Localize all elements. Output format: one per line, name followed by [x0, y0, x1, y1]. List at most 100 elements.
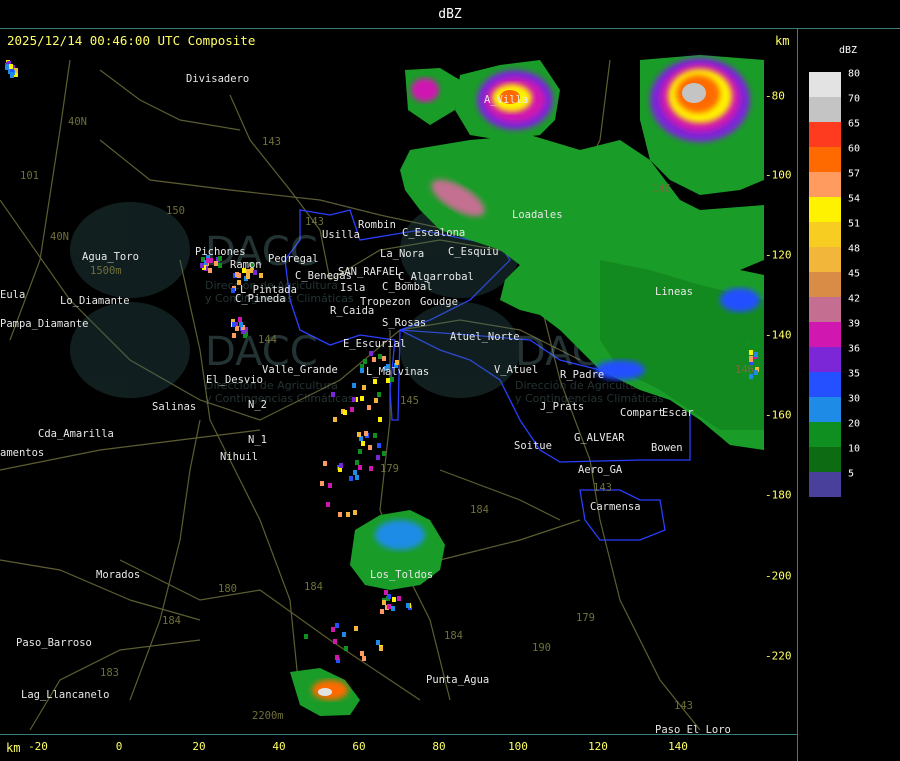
echo-pixel [379, 646, 383, 651]
watermark-logo-circle [70, 302, 190, 398]
x-tick: 120 [588, 740, 608, 753]
route-number-label: 183 [100, 667, 119, 679]
place-label: C_Bombal [382, 281, 433, 293]
route-number-label: 40N [50, 231, 69, 243]
route-number-label: 146 [652, 183, 671, 195]
route-number-label: 184 [470, 504, 489, 516]
echo-pixel [331, 392, 335, 397]
route-number-label: 184 [304, 581, 323, 593]
place-label: V_Atuel [494, 364, 538, 376]
y-tick: -100 [765, 168, 792, 182]
echo-pixel [380, 609, 384, 614]
legend-swatch [809, 372, 841, 397]
y-tick: -160 [765, 408, 792, 422]
echo-pixel [259, 273, 263, 278]
echo-pixel [369, 466, 373, 471]
echo-pixel [335, 655, 339, 660]
place-label: Goudge [420, 296, 458, 308]
place-label: Paso_Barroso [16, 637, 92, 649]
place-label: Rombin [358, 219, 396, 231]
echo-pixel [749, 350, 753, 355]
echo-pixel [374, 398, 378, 403]
echo-core-gray [682, 83, 706, 103]
place-label: Divisadero [186, 73, 249, 85]
legend-swatch [809, 122, 841, 147]
legend-value: 35 [848, 368, 861, 380]
echo-core-white [318, 688, 332, 696]
echo-pixel [372, 357, 376, 362]
legend-swatch [809, 222, 841, 247]
timestamp-label: 2025/12/14 00:46:00 UTC Composite [7, 33, 256, 48]
place-label: R_Padre [560, 369, 604, 381]
legend-value: 39 [848, 318, 861, 330]
legend-value: 45 [848, 268, 861, 280]
echo-pixel [214, 261, 218, 266]
place-label: Morados [96, 569, 140, 581]
echo-pixel [352, 397, 356, 402]
echo-pixel [364, 431, 368, 436]
place-label: Eula [0, 289, 25, 301]
watermark-line2: y Contingencias Climáticas [515, 392, 664, 405]
echo-pixel [238, 317, 242, 322]
place-label: Tropezon [360, 296, 411, 308]
echo-pixel [378, 417, 382, 422]
echo-pixel [376, 640, 380, 645]
route-number-label: 145 [400, 395, 419, 407]
echo-pixel [209, 258, 213, 263]
echo-pixel [377, 392, 381, 397]
x-tick: 80 [432, 740, 446, 753]
echo-pixel [391, 606, 395, 611]
place-label: Lineas [655, 286, 693, 298]
legend-value: 42 [848, 293, 861, 305]
echo-pixel [232, 333, 236, 338]
place-label: Ramon [230, 259, 262, 271]
place-label: Bowen [651, 442, 683, 454]
echo-pixel [333, 639, 337, 644]
frame-bottom-divider [0, 734, 797, 735]
echo-core-blue [375, 520, 425, 550]
echo-pixel [373, 379, 377, 384]
y-tick: -80 [765, 89, 785, 103]
echo-pixel [384, 590, 388, 595]
place-label: L_Malvinas [366, 366, 429, 378]
legend-swatch [809, 97, 841, 122]
place-label: Carmensa [590, 501, 641, 513]
legend-value: 70 [848, 93, 861, 105]
echo-pixel [382, 600, 386, 605]
echo-pixel [354, 626, 358, 631]
echo-pixel [328, 483, 332, 488]
place-label: Escar [662, 407, 694, 419]
legend-value: 60 [848, 143, 861, 155]
legend-value: 48 [848, 243, 861, 255]
legend-swatch [809, 147, 841, 172]
echo-pixel [367, 405, 371, 410]
legend-value: 65 [848, 118, 861, 130]
legend-swatch [809, 447, 841, 472]
echo-pixel [376, 455, 380, 460]
place-label: Pedregal [268, 253, 319, 265]
echo-pixel [754, 352, 758, 357]
legend-swatch [809, 472, 841, 497]
echo-pixel [749, 357, 753, 362]
radar-map[interactable]: DACC DACC DACC DACC Dirección de Agricul… [0, 52, 764, 734]
route-number-label: 2200m [252, 710, 284, 722]
route-number-label: 101 [20, 170, 39, 182]
echo-pixel [335, 623, 339, 628]
legend-value: 20 [848, 418, 861, 430]
echo-core-blue [720, 288, 760, 312]
route-number-label: 40N [68, 116, 87, 128]
echo-pixel [378, 354, 382, 359]
place-label: S_Rosas [382, 317, 426, 329]
echo-pixel [353, 470, 357, 475]
echo-pixel [387, 604, 391, 609]
y-tick: -140 [765, 328, 792, 342]
echo-pixel [338, 512, 342, 517]
echo-pixel [323, 461, 327, 466]
echo-pixel [218, 263, 222, 268]
place-label: Los_Toldos [370, 569, 433, 581]
echo-pixel [361, 441, 365, 446]
place-label: amentos [0, 447, 44, 459]
route-number-label: 144 [258, 334, 277, 346]
echo-pixel [200, 263, 204, 268]
echo-pixel [358, 449, 362, 454]
